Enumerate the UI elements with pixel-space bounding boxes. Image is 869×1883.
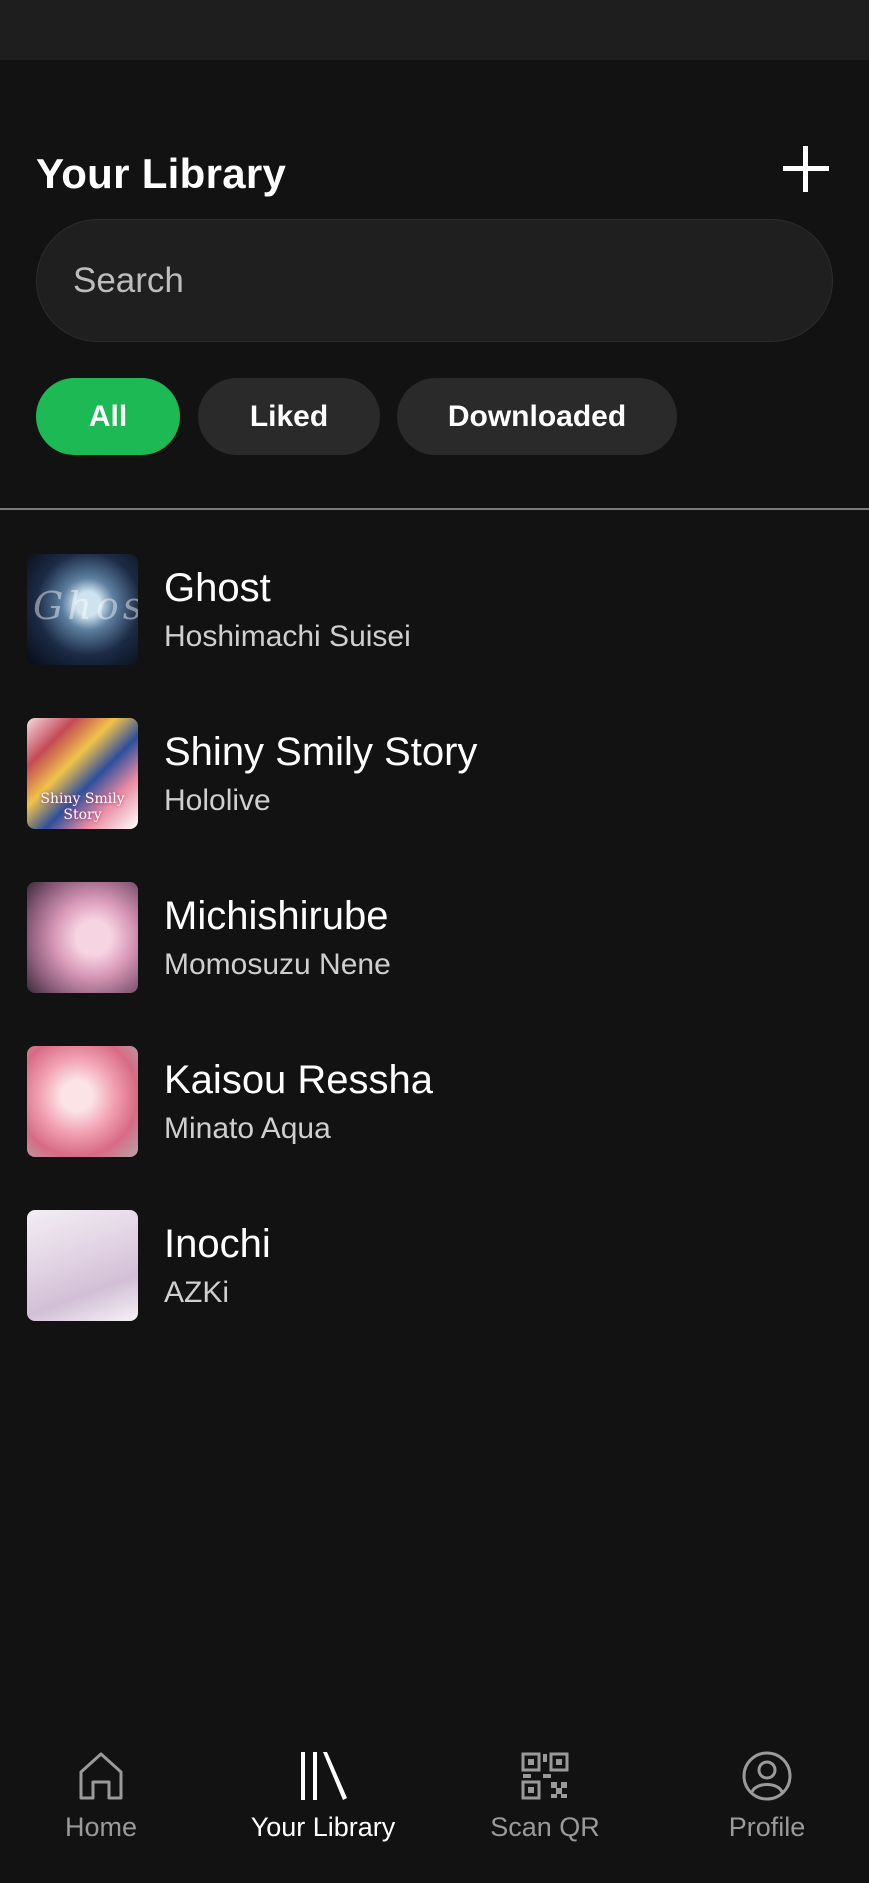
filter-chip-liked[interactable]: Liked [198, 378, 380, 455]
album-cover [27, 1046, 138, 1157]
plus-icon [783, 146, 829, 192]
track-row[interactable]: Ghost Ghost Hoshimachi Suisei [0, 554, 869, 666]
track-title: Shiny Smily Story [164, 730, 478, 774]
nav-item-scan-qr[interactable]: Scan QR [445, 1748, 645, 1858]
library-header: Your Library [36, 140, 836, 210]
track-title: Kaisou Ressha [164, 1058, 434, 1102]
track-row[interactable]: Shiny Smily Story Shiny Smily Story Holo… [0, 718, 869, 830]
track-title: Ghost [164, 566, 271, 610]
track-row[interactable]: Kaisou Ressha Minato Aqua [0, 1046, 869, 1158]
album-cover [27, 1210, 138, 1321]
track-title: Michishirube [164, 894, 389, 938]
add-button[interactable] [776, 140, 836, 200]
track-artist: Hoshimachi Suisei [164, 620, 411, 653]
album-cover [27, 882, 138, 993]
filter-chip-label: Downloaded [447, 399, 627, 433]
nav-item-profile[interactable]: Profile [667, 1748, 867, 1858]
nav-label: Profile [728, 1812, 806, 1842]
track-row[interactable]: Inochi AZKi [0, 1210, 869, 1322]
search-input[interactable] [73, 220, 793, 341]
track-artist: AZKi [164, 1276, 230, 1309]
profile-icon [742, 1751, 792, 1801]
search-box [36, 219, 833, 342]
status-bar [0, 0, 869, 60]
bottom-nav: Home Your Library Scan QR Profile [0, 1720, 869, 1883]
album-cover: Ghost [27, 554, 138, 665]
cover-text: Ghost [33, 584, 138, 628]
nav-label: Home [64, 1812, 138, 1842]
nav-label: Scan QR [490, 1812, 600, 1842]
nav-item-library[interactable]: Your Library [223, 1748, 423, 1858]
library-icon [301, 1752, 347, 1800]
track-row[interactable]: Michishirube Momosuzu Nene [0, 882, 869, 994]
track-artist: Hololive [164, 784, 271, 817]
page-title: Your Library [36, 150, 287, 197]
album-cover: Shiny Smily Story [27, 718, 138, 829]
track-title: Inochi [164, 1222, 271, 1266]
filter-chip-all[interactable]: All [36, 378, 180, 455]
filter-chip-label: All [88, 399, 128, 433]
track-artist: Momosuzu Nene [164, 948, 391, 981]
nav-item-home[interactable]: Home [1, 1748, 201, 1858]
track-artist: Minato Aqua [164, 1112, 331, 1145]
divider [0, 508, 869, 510]
home-icon [79, 1752, 123, 1800]
filter-chip-label: Liked [249, 399, 329, 433]
filter-chip-downloaded[interactable]: Downloaded [397, 378, 677, 455]
cover-text: Shiny Smily Story [40, 791, 125, 823]
qr-code-icon [521, 1752, 569, 1800]
nav-label: Your Library [250, 1812, 396, 1842]
